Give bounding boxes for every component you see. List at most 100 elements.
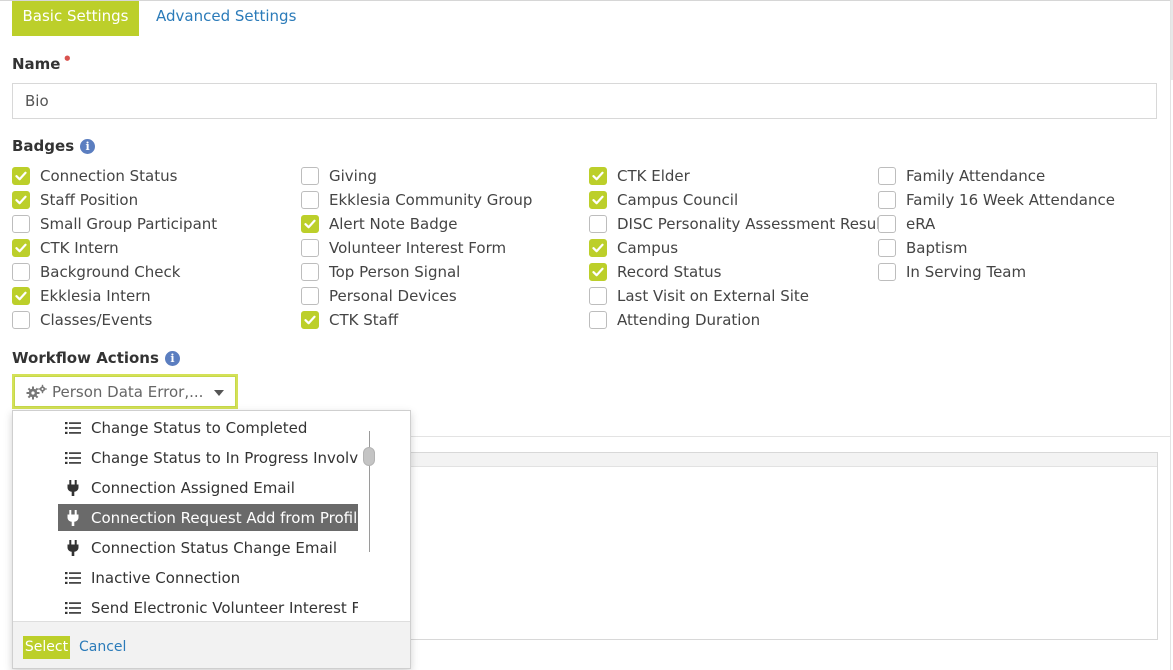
badge-checkbox[interactable] xyxy=(12,263,30,281)
badge-checkbox[interactable] xyxy=(589,191,607,209)
dropdown-item[interactable]: Connection Status Change Email xyxy=(58,534,358,561)
badge-option[interactable]: Background Check xyxy=(12,260,217,284)
section-divider xyxy=(371,436,1171,437)
badge-option[interactable]: Campus Council xyxy=(589,188,886,212)
dropdown-item-label: Change Status to In Progress Involveme xyxy=(91,448,358,467)
workflow-actions-list[interactable]: Change Status to Completed Change Status … xyxy=(13,412,373,621)
plug-icon xyxy=(65,539,81,556)
badge-checkbox[interactable] xyxy=(589,167,607,185)
badge-label: Family 16 Week Attendance xyxy=(906,191,1115,209)
badge-checkbox[interactable] xyxy=(878,191,896,209)
badges-column: CTK Elder Campus Council DISC Personality … xyxy=(589,164,886,332)
badge-checkbox[interactable] xyxy=(301,311,319,329)
badge-checkbox[interactable] xyxy=(12,191,30,209)
info-icon[interactable]: i xyxy=(164,351,180,366)
dropdown-scroll-thumb[interactable] xyxy=(363,447,375,466)
badge-checkbox[interactable] xyxy=(878,239,896,257)
select-button[interactable]: Select xyxy=(23,636,70,659)
badge-label: Ekklesia Community Group xyxy=(329,191,533,209)
cancel-link[interactable]: Cancel xyxy=(79,639,126,655)
badge-checkbox[interactable] xyxy=(301,287,319,305)
badge-checkbox[interactable] xyxy=(589,263,607,281)
badge-checkbox[interactable] xyxy=(301,239,319,257)
badge-checkbox[interactable] xyxy=(878,215,896,233)
badges-column: Connection Status Staff Position Small Gro… xyxy=(12,164,217,332)
badge-option[interactable]: Staff Position xyxy=(12,188,217,212)
badge-option[interactable]: Family Attendance xyxy=(878,164,1115,188)
dropdown-item[interactable]: Send Electronic Volunteer Interest Form xyxy=(58,594,358,621)
badge-label: In Serving Team xyxy=(906,263,1027,281)
workflow-actions-select[interactable]: Person Data Error,... xyxy=(12,374,238,409)
dropdown-item[interactable]: Change Status to In Progress Involveme xyxy=(58,444,358,471)
badge-option[interactable]: Baptism xyxy=(878,236,1115,260)
workflow-selected-value: Person Data Error,... xyxy=(52,383,204,401)
badge-checkbox[interactable] xyxy=(589,287,607,305)
badge-option[interactable]: Campus xyxy=(589,236,886,260)
list-icon xyxy=(65,451,81,465)
content-editor[interactable] xyxy=(371,452,1158,640)
info-icon[interactable]: i xyxy=(80,139,96,154)
badge-option[interactable]: DISC Personality Assessment Result xyxy=(589,212,886,236)
badge-option[interactable]: Alert Note Badge xyxy=(301,212,532,236)
badge-label: CTK Staff xyxy=(329,311,399,329)
badge-option[interactable]: Attending Duration xyxy=(589,308,886,332)
badge-checkbox[interactable] xyxy=(589,239,607,257)
badge-label: Attending Duration xyxy=(617,311,761,329)
badge-option[interactable]: Ekklesia Community Group xyxy=(301,188,532,212)
badge-checkbox[interactable] xyxy=(12,239,30,257)
badges-label-text: Badges xyxy=(12,137,75,155)
badge-option[interactable]: Classes/Events xyxy=(12,308,217,332)
editor-toolbar xyxy=(372,453,1157,467)
badge-label: Ekklesia Intern xyxy=(40,287,151,305)
badge-option[interactable]: Personal Devices xyxy=(301,284,532,308)
badge-checkbox[interactable] xyxy=(878,263,896,281)
badge-checkbox[interactable] xyxy=(12,215,30,233)
dropdown-item-label: Send Electronic Volunteer Interest Form xyxy=(91,598,358,617)
badge-checkbox[interactable] xyxy=(301,167,319,185)
badge-label: Background Check xyxy=(40,263,181,281)
badge-option[interactable]: Last Visit on External Site xyxy=(589,284,886,308)
badge-checkbox[interactable] xyxy=(12,311,30,329)
badge-checkbox[interactable] xyxy=(301,191,319,209)
tab-advanced-settings[interactable]: Advanced Settings xyxy=(156,1,296,36)
badge-option[interactable]: Top Person Signal xyxy=(301,260,532,284)
badge-option[interactable]: Volunteer Interest Form xyxy=(301,236,532,260)
badge-label: DISC Personality Assessment Result xyxy=(617,215,887,233)
badge-label: Giving xyxy=(329,167,377,185)
name-input[interactable] xyxy=(12,83,1157,119)
badge-option[interactable]: Ekklesia Intern xyxy=(12,284,217,308)
badge-option[interactable]: eRA xyxy=(878,212,1115,236)
badge-label: eRA xyxy=(906,215,936,233)
badges-column: Giving Ekklesia Community Group Alert Note… xyxy=(301,164,532,332)
badge-option[interactable]: Connection Status xyxy=(12,164,217,188)
badge-checkbox[interactable] xyxy=(12,167,30,185)
badge-option[interactable]: CTK Intern xyxy=(12,236,217,260)
dropdown-item-label: Inactive Connection xyxy=(91,568,241,587)
badge-checkbox[interactable] xyxy=(878,167,896,185)
badge-option[interactable]: Record Status xyxy=(589,260,886,284)
badge-checkbox[interactable] xyxy=(589,215,607,233)
badge-label: Last Visit on External Site xyxy=(617,287,809,305)
badge-checkbox[interactable] xyxy=(589,311,607,329)
badge-label: CTK Intern xyxy=(40,239,119,257)
gears-icon xyxy=(26,384,48,404)
badge-option[interactable]: Giving xyxy=(301,164,532,188)
badge-option[interactable]: In Serving Team xyxy=(878,260,1115,284)
badge-checkbox[interactable] xyxy=(12,287,30,305)
list-icon xyxy=(65,601,81,615)
dropdown-item[interactable]: Inactive Connection xyxy=(58,564,358,591)
dropdown-item[interactable]: Change Status to Completed xyxy=(58,414,358,441)
badge-checkbox[interactable] xyxy=(301,215,319,233)
badge-option[interactable]: CTK Elder xyxy=(589,164,886,188)
badge-checkbox[interactable] xyxy=(301,263,319,281)
name-label: Name • xyxy=(12,50,72,73)
badge-option[interactable]: Family 16 Week Attendance xyxy=(878,188,1115,212)
badge-label: Staff Position xyxy=(40,191,139,209)
tab-basic-settings[interactable]: Basic Settings xyxy=(12,1,139,36)
dropdown-item[interactable]: Connection Assigned Email xyxy=(58,474,358,501)
dropdown-item[interactable]: Connection Request Add from Profile xyxy=(58,504,358,531)
badge-option[interactable]: CTK Staff xyxy=(301,308,532,332)
badge-option[interactable]: Small Group Participant xyxy=(12,212,217,236)
badge-label: Family Attendance xyxy=(906,167,1046,185)
badge-label: Small Group Participant xyxy=(40,215,218,233)
